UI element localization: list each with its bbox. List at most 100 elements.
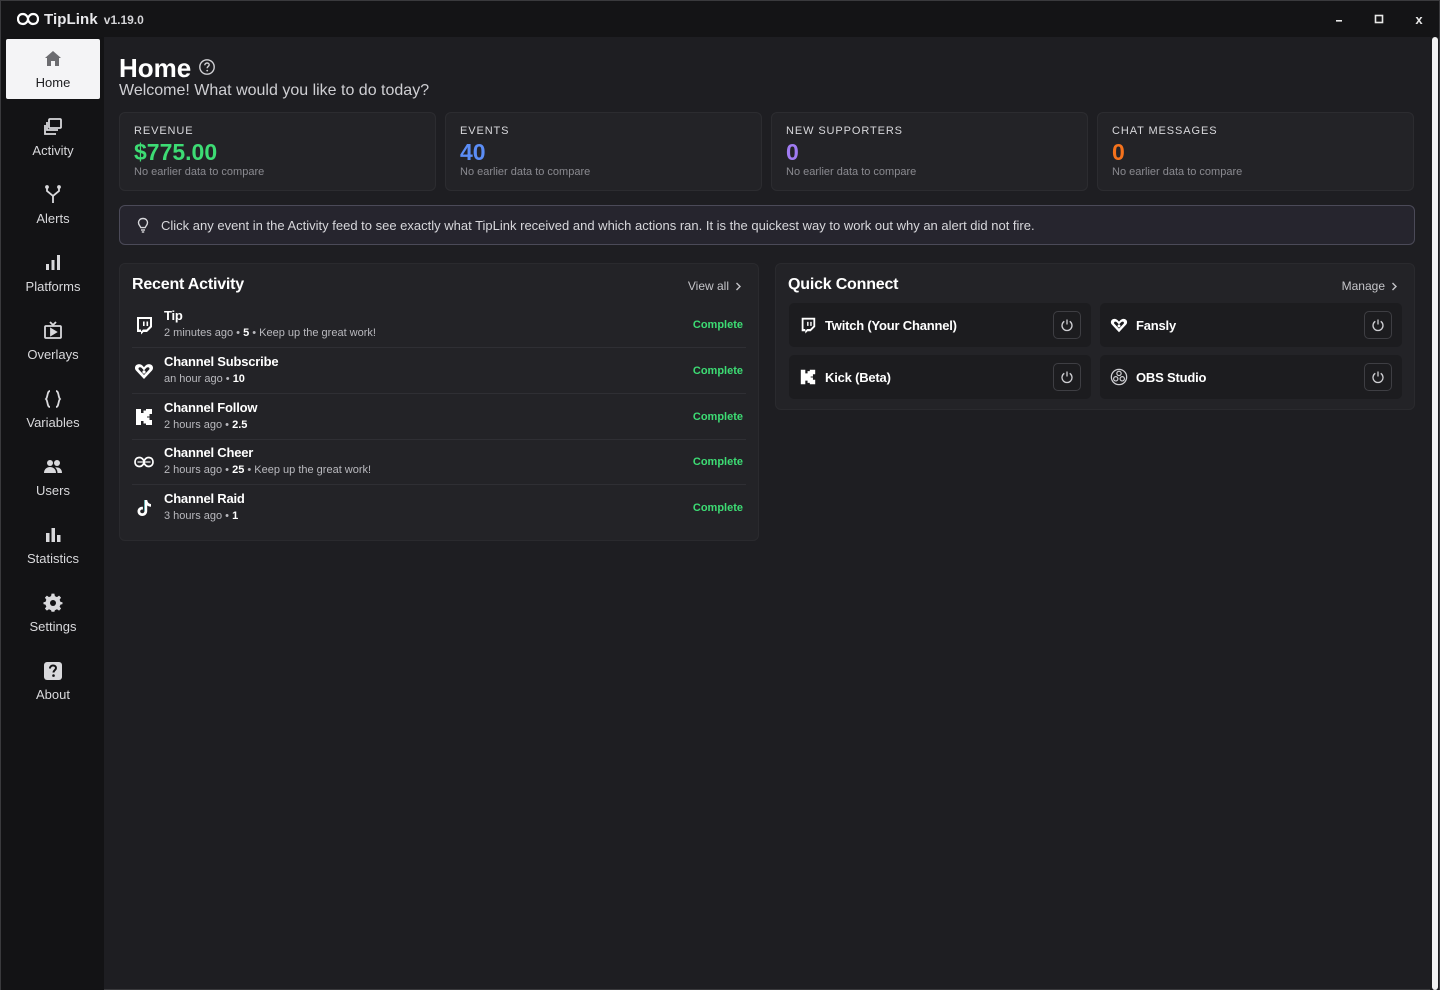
stat-label: NEW SUPPORTERS [786,125,903,137]
sidebar-item-users[interactable]: Users [6,447,100,507]
tiktok-icon [137,500,151,516]
activity-meta: 2 minutes ago • 5 • Keep up the great wo… [164,327,376,339]
title-bar: TipLink v1.19.0 x [1,1,1439,37]
activity-time: 2 hours ago [164,419,223,431]
sidebar-item-label: Overlays [27,347,79,362]
statistics-icon [46,528,61,542]
vertical-scrollbar[interactable] [1430,37,1439,990]
obs-icon [1110,368,1128,386]
connection-label: Twitch (Your Channel) [825,317,957,333]
sidebar-item-home[interactable]: Home [6,39,100,99]
maximize-button[interactable] [1359,1,1399,37]
twitch-icon [801,317,816,334]
activity-row[interactable]: Channel Subscribe an hour ago • 10 Compl… [132,348,746,394]
activity-amount: 10 [232,373,245,385]
activity-status: Complete [692,365,743,377]
activity-status: Complete [692,456,743,468]
chevron-right-icon [1392,282,1397,290]
variables-icon [44,390,62,408]
power-button[interactable] [1053,311,1081,339]
activity-row[interactable]: Channel Cheer 2 hours ago • 25 • Keep up… [132,439,746,485]
activity-time: 2 hours ago [164,464,223,476]
sidebar-item-label: Platforms [25,279,81,294]
close-icon: x [1415,11,1423,27]
kick-icon [800,369,816,385]
sidebar-item-variables[interactable]: Variables [6,379,100,439]
stat-value: 0 [786,139,799,165]
question-circle-icon[interactable] [198,58,216,76]
view-all-link[interactable]: View all [688,279,742,293]
minimize-button[interactable] [1319,1,1359,37]
activity-title: Tip [164,308,183,323]
stat-note: No earlier data to compare [134,166,265,178]
stat-value: $775.00 [134,139,218,165]
sidebar-item-settings[interactable]: Settings [6,583,100,643]
sidebar: Home Activity Alerts Platforms Overlays … [1,37,104,990]
tip-text: Click any event in the Activity feed to … [161,217,1035,233]
sidebar-item-label: Home [35,75,71,90]
connection-label: Fansly [1136,317,1176,333]
connection-card-twitch[interactable]: Twitch (Your Channel) [789,303,1091,347]
activity-title: Channel Follow [164,400,258,415]
power-button[interactable] [1053,363,1081,391]
stat-label: REVENUE [134,125,194,137]
activity-title: Channel Subscribe [164,354,279,369]
gear-icon [43,593,63,612]
twitch-icon [137,317,152,335]
stat-note: No earlier data to compare [460,166,591,178]
activity-row[interactable]: Channel Follow 2 hours ago • 2.5 Complet… [132,394,746,440]
fansly-icon [1110,318,1128,333]
power-icon [1061,371,1073,384]
activity-row[interactable]: Channel Raid 3 hours ago • 1 Complete [132,485,746,531]
users-icon [44,460,62,473]
sidebar-item-statistics[interactable]: Statistics [6,515,100,575]
sidebar-item-label: Statistics [26,551,79,566]
sidebar-item-label: Alerts [36,211,70,226]
scrollbar-thumb[interactable] [1432,37,1438,990]
tip-banner: Click any event in the Activity feed to … [119,205,1415,245]
connection-card-obs[interactable]: OBS Studio [1100,355,1402,399]
activity-status: Complete [692,411,743,423]
stat-card-revenue: REVENUE $775.00 No earlier data to compa… [119,112,436,191]
quick-connect-panel: Quick Connect Manage Twitch (Your Channe… [775,263,1415,410]
connection-card-kick[interactable]: Kick (Beta) [789,355,1091,399]
sidebar-item-alerts[interactable]: Alerts [6,175,100,235]
sidebar-item-about[interactable]: About [6,651,100,711]
tiplink-icon [134,456,154,468]
stat-label: EVENTS [460,125,510,137]
panel-title: Recent Activity [132,276,245,293]
activity-amount: 2.5 [232,419,248,431]
connection-label: Kick (Beta) [825,369,891,385]
sidebar-item-label: About [36,687,70,702]
fansly-icon [134,364,154,379]
activity-title: Channel Raid [164,491,245,506]
overlays-icon [44,321,62,339]
stat-label: CHAT MESSAGES [1112,125,1218,137]
activity-amount: 5 [243,327,250,339]
connection-card-fansly[interactable]: Fansly [1100,303,1402,347]
help-icon [44,662,62,680]
page-subtitle: Welcome! What would you like to do today… [119,82,430,99]
close-button[interactable]: x [1399,1,1439,37]
power-button[interactable] [1364,363,1392,391]
window-controls: x [1319,1,1439,37]
activity-row[interactable]: Tip 2 minutes ago • 5 • Keep up the grea… [132,302,746,348]
sidebar-item-platforms[interactable]: Platforms [6,243,100,303]
tiplink-logo-icon [17,12,39,26]
stat-note: No earlier data to compare [1112,166,1243,178]
power-icon [1372,319,1384,332]
recent-activity-panel: Recent Activity View all Tip 2 minutes a… [119,263,759,541]
activity-time: 2 minutes ago [164,327,234,339]
home-icon [45,51,61,66]
panel-title: Quick Connect [788,276,899,293]
power-button[interactable] [1364,311,1392,339]
stat-value: 0 [1112,139,1125,165]
sidebar-item-label: Variables [26,415,80,430]
page-title: Home [119,53,192,83]
stat-card-events: EVENTS 40 No earlier data to compare [445,112,762,191]
activity-time: 3 hours ago [164,510,223,522]
sidebar-item-activity[interactable]: Activity [6,107,100,167]
manage-link[interactable]: Manage [1342,279,1398,293]
sidebar-item-overlays[interactable]: Overlays [6,311,100,371]
stat-card-new-supporters: NEW SUPPORTERS 0 No earlier data to comp… [771,112,1088,191]
